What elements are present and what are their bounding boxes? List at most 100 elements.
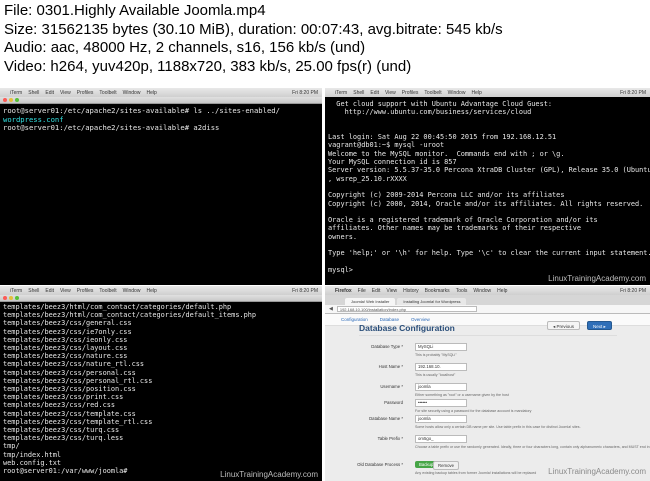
menu-tools[interactable]: Tools (456, 288, 468, 294)
terminal-line: templates/beez3/html/com_contact/categor… (3, 303, 232, 311)
menu-profiles[interactable]: Profiles (77, 288, 94, 294)
terminal-line: tmp/ (3, 442, 20, 451)
close-window-icon[interactable] (3, 98, 7, 102)
menu-help[interactable]: Help (471, 90, 481, 96)
field-help: For site security using a password for t… (415, 409, 532, 413)
browser-tab[interactable]: Installing Joomla! for Wordpress (397, 298, 467, 305)
menu-file[interactable]: File (358, 288, 366, 294)
menu-window[interactable]: Window (473, 288, 491, 294)
field-input[interactable]: 192.168.10. (415, 363, 467, 371)
next-button[interactable]: Next ▸ (587, 321, 612, 330)
file-info-name: File: 0301.Highly Available Joomla.mp4 (4, 2, 266, 19)
menu-help[interactable]: Help (146, 288, 156, 294)
menu-window[interactable]: Window (448, 90, 466, 96)
field-input[interactable]: om5go_ (415, 435, 467, 443)
step-database[interactable]: Database (380, 317, 399, 322)
terminal-line: Last login: Sat Aug 22 00:45:50 2015 fro… (328, 133, 557, 142)
zoom-window-icon[interactable] (15, 98, 19, 102)
menu-help[interactable]: Help (146, 90, 156, 96)
previous-button[interactable]: ◂ Previous (547, 321, 581, 330)
step-overview[interactable]: Overview (411, 317, 430, 322)
terminal-line: Get cloud support with Ubuntu Advantage … (328, 100, 553, 108)
terminal-line: affiliates. Other names may be trademark… (328, 224, 582, 233)
menu-window[interactable]: Window (123, 288, 141, 294)
field-help: Either something as "root" or a username… (415, 393, 509, 397)
field-help: This is probably "MySQLi" (415, 353, 457, 357)
step-configuration[interactable]: Configuration (341, 317, 368, 322)
menu-profiles[interactable]: Profiles (402, 90, 419, 96)
menu-toolbelt[interactable]: Toolbelt (424, 90, 441, 96)
menu-help[interactable]: Help (497, 288, 507, 294)
menu-profiles[interactable]: Profiles (77, 90, 94, 96)
menu-edit[interactable]: Edit (372, 288, 381, 294)
terminal-line: mysql> (328, 265, 358, 274)
terminal-line: Copyright (c) 2000, 2014, Oracle and/or … (328, 199, 644, 208)
terminal-line: vagrant@db01:~$ mysql -uroot (328, 141, 445, 150)
terminal-line: templates/beez3/css/ieonly.css (3, 335, 128, 344)
watermark: LinuxTrainingAcademy.com (220, 470, 318, 479)
field-help: Some hosts allow only a certain DB name … (415, 425, 581, 429)
field-input[interactable]: •••••• (415, 399, 467, 407)
zoom-window-icon[interactable] (15, 296, 19, 300)
terminal-line: owners. (328, 232, 358, 241)
menu-shell[interactable]: Shell (353, 90, 364, 96)
old-db-label: Old Database Process * (357, 462, 403, 467)
menu-bookmarks[interactable]: Bookmarks (425, 288, 450, 294)
menu-shell[interactable]: Shell (28, 90, 39, 96)
mac-menubar: iTerm Shell Edit View Profiles Toolbelt … (0, 286, 322, 295)
file-info: File: 0301.Highly Available Joomla.mp4 S… (4, 2, 650, 76)
terminal-output[interactable]: Get cloud support with Ubuntu Advantage … (325, 97, 650, 277)
terminal-line: Type 'help;' or '\h' for help. Type '\c'… (328, 249, 650, 258)
menu-view[interactable]: View (60, 90, 71, 96)
divider (359, 335, 617, 336)
terminal-line: templates/beez3/css/position.css (3, 385, 136, 394)
browser-toolbar: ◀ 192.168.10.100/installation/index.php (325, 305, 650, 314)
browser-tab[interactable]: Joomla! Web Installer (345, 298, 396, 305)
menu-toolbelt[interactable]: Toolbelt (99, 288, 116, 294)
thumbnail-joomla-files-terminal: iTerm Shell Edit View Profiles Toolbelt … (0, 286, 322, 481)
terminal-output[interactable]: templates/beez3/html/com_contact/categor… (0, 302, 322, 478)
menu-view[interactable]: View (386, 288, 397, 294)
menu-view[interactable]: View (60, 288, 71, 294)
terminal-line: templates/beez3/css/ie7only.css (3, 327, 132, 336)
field-input[interactable]: MySQLi (415, 343, 467, 351)
page-title: Database Configuration (359, 323, 455, 333)
terminal-line: web.config.txt (3, 458, 62, 467)
menu-edit[interactable]: Edit (45, 288, 54, 294)
url-bar[interactable]: 192.168.10.100/installation/index.php (336, 306, 477, 312)
file-info-audio: Audio: aac, 48000 Hz, 2 channels, s16, 1… (4, 39, 366, 56)
field-label: Host Name * (378, 364, 403, 369)
field-input[interactable]: joomla (415, 383, 467, 391)
menu-edit[interactable]: Edit (370, 90, 379, 96)
window-titlebar[interactable] (0, 97, 322, 104)
thumbnail-apache-terminal: iTerm Shell Edit View Profiles Toolbelt … (0, 88, 322, 285)
terminal-line: templates/beez3/css/personal_rtl.css (3, 376, 153, 385)
window-titlebar[interactable] (0, 295, 322, 302)
menu-toolbelt[interactable]: Toolbelt (99, 90, 116, 96)
field-input[interactable]: joomla (415, 415, 467, 423)
menu-shell[interactable]: Shell (28, 288, 39, 294)
minimize-window-icon[interactable] (9, 296, 13, 300)
terminal-line: http://www.ubuntu.com/business/services/… (328, 108, 532, 117)
back-icon[interactable]: ◀ (329, 306, 333, 312)
menubar-clock: Fri 8:20 PM (620, 287, 646, 294)
minimize-window-icon[interactable] (9, 98, 13, 102)
menubar-clock: Fri 8:20 PM (292, 89, 318, 96)
menu-history[interactable]: History (403, 288, 419, 294)
menu-window[interactable]: Window (123, 90, 141, 96)
terminal-line: templates/beez3/css/nature.css (3, 352, 128, 361)
terminal-line: templates/beez3/css/nature_rtl.css (3, 360, 145, 369)
menu-edit[interactable]: Edit (45, 90, 54, 96)
menu-view[interactable]: View (385, 90, 396, 96)
terminal-output[interactable]: root@server01:/etc/apache2/sites-availab… (0, 104, 322, 136)
close-window-icon[interactable] (3, 296, 7, 300)
remove-button[interactable]: Remove (433, 461, 460, 470)
browser-tab-strip: Joomla! Web Installer Installing Joomla!… (325, 295, 650, 305)
menubar-app: Firefox (335, 287, 352, 294)
field-label: Password (384, 400, 403, 405)
